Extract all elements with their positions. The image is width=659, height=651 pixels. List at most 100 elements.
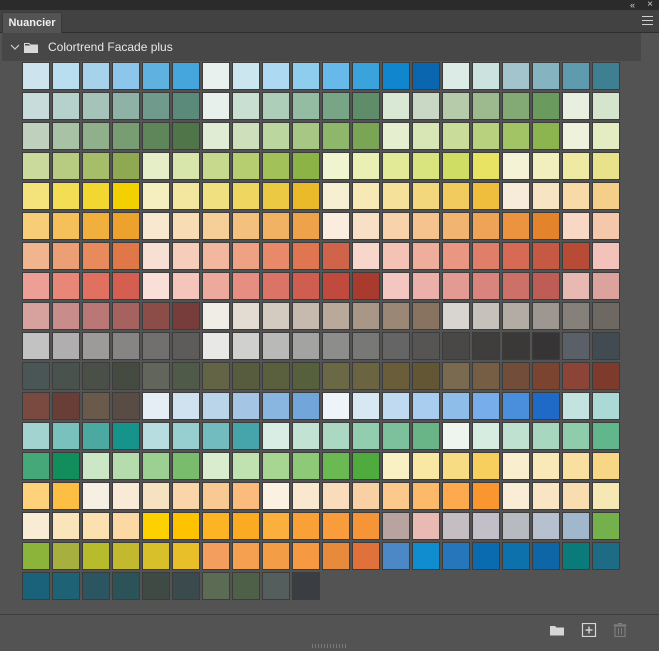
- color-swatch[interactable]: [202, 482, 230, 510]
- color-swatch[interactable]: [412, 242, 440, 270]
- color-swatch[interactable]: [562, 272, 590, 300]
- color-swatch[interactable]: [472, 362, 500, 390]
- color-swatch[interactable]: [472, 182, 500, 210]
- color-swatch[interactable]: [442, 242, 470, 270]
- color-swatch[interactable]: [202, 362, 230, 390]
- color-swatch[interactable]: [442, 332, 470, 360]
- color-swatch[interactable]: [142, 272, 170, 300]
- color-swatch[interactable]: [232, 422, 260, 450]
- color-swatch[interactable]: [292, 332, 320, 360]
- color-swatch[interactable]: [202, 332, 230, 360]
- color-swatch[interactable]: [382, 92, 410, 120]
- color-swatch[interactable]: [382, 212, 410, 240]
- color-swatch[interactable]: [382, 482, 410, 510]
- color-swatch[interactable]: [322, 422, 350, 450]
- color-swatch[interactable]: [532, 182, 560, 210]
- color-swatch[interactable]: [22, 362, 50, 390]
- color-swatch[interactable]: [472, 542, 500, 570]
- color-swatch[interactable]: [292, 182, 320, 210]
- color-swatch[interactable]: [532, 362, 560, 390]
- color-swatch[interactable]: [112, 212, 140, 240]
- color-swatch[interactable]: [322, 152, 350, 180]
- color-swatch[interactable]: [322, 452, 350, 480]
- color-swatch[interactable]: [52, 482, 80, 510]
- color-swatch[interactable]: [532, 242, 560, 270]
- color-swatch[interactable]: [502, 362, 530, 390]
- color-swatch[interactable]: [352, 362, 380, 390]
- color-swatch[interactable]: [202, 272, 230, 300]
- color-swatch[interactable]: [262, 542, 290, 570]
- color-swatch[interactable]: [172, 482, 200, 510]
- color-swatch[interactable]: [592, 302, 620, 330]
- color-swatch[interactable]: [172, 542, 200, 570]
- color-swatch[interactable]: [142, 422, 170, 450]
- color-swatch[interactable]: [562, 212, 590, 240]
- color-swatch[interactable]: [442, 122, 470, 150]
- color-swatch[interactable]: [532, 302, 560, 330]
- color-swatch[interactable]: [562, 332, 590, 360]
- color-swatch[interactable]: [412, 392, 440, 420]
- color-swatch[interactable]: [592, 332, 620, 360]
- color-swatch[interactable]: [112, 542, 140, 570]
- color-swatch[interactable]: [262, 272, 290, 300]
- color-swatch[interactable]: [382, 422, 410, 450]
- color-swatch[interactable]: [82, 362, 110, 390]
- color-swatch[interactable]: [22, 92, 50, 120]
- color-swatch[interactable]: [22, 182, 50, 210]
- color-swatch[interactable]: [52, 302, 80, 330]
- color-swatch[interactable]: [112, 572, 140, 600]
- color-swatch[interactable]: [322, 332, 350, 360]
- color-swatch[interactable]: [232, 152, 260, 180]
- color-swatch[interactable]: [382, 272, 410, 300]
- color-swatch[interactable]: [52, 422, 80, 450]
- color-swatch[interactable]: [412, 542, 440, 570]
- color-swatch[interactable]: [52, 152, 80, 180]
- color-swatch[interactable]: [52, 242, 80, 270]
- color-swatch[interactable]: [472, 332, 500, 360]
- color-swatch[interactable]: [202, 62, 230, 90]
- color-swatch[interactable]: [82, 302, 110, 330]
- color-swatch[interactable]: [502, 122, 530, 150]
- color-swatch[interactable]: [382, 242, 410, 270]
- color-swatch[interactable]: [22, 392, 50, 420]
- color-swatch[interactable]: [202, 122, 230, 150]
- color-swatch[interactable]: [142, 152, 170, 180]
- color-swatch[interactable]: [592, 62, 620, 90]
- color-swatch[interactable]: [412, 332, 440, 360]
- color-swatch[interactable]: [112, 152, 140, 180]
- color-swatch[interactable]: [172, 452, 200, 480]
- color-swatch[interactable]: [232, 182, 260, 210]
- resize-grip[interactable]: [312, 644, 346, 648]
- color-swatch[interactable]: [532, 92, 560, 120]
- color-swatch[interactable]: [262, 122, 290, 150]
- color-swatch[interactable]: [442, 62, 470, 90]
- color-swatch[interactable]: [142, 302, 170, 330]
- color-swatch[interactable]: [382, 62, 410, 90]
- color-swatch[interactable]: [442, 542, 470, 570]
- color-swatch[interactable]: [52, 572, 80, 600]
- color-swatch[interactable]: [52, 122, 80, 150]
- color-swatch[interactable]: [532, 212, 560, 240]
- color-swatch[interactable]: [352, 242, 380, 270]
- color-swatch[interactable]: [22, 152, 50, 180]
- color-swatch[interactable]: [202, 392, 230, 420]
- color-swatch[interactable]: [262, 422, 290, 450]
- color-swatch[interactable]: [322, 482, 350, 510]
- color-swatch[interactable]: [52, 182, 80, 210]
- color-swatch[interactable]: [232, 362, 260, 390]
- color-swatch[interactable]: [262, 332, 290, 360]
- color-swatch[interactable]: [502, 482, 530, 510]
- color-swatch[interactable]: [52, 452, 80, 480]
- color-swatch[interactable]: [202, 422, 230, 450]
- color-swatch[interactable]: [412, 182, 440, 210]
- color-swatch[interactable]: [472, 482, 500, 510]
- color-swatch[interactable]: [352, 332, 380, 360]
- color-swatch[interactable]: [322, 512, 350, 540]
- color-swatch[interactable]: [532, 542, 560, 570]
- color-swatch[interactable]: [352, 62, 380, 90]
- hamburger-menu-icon[interactable]: [642, 16, 653, 25]
- color-swatch[interactable]: [292, 212, 320, 240]
- color-swatch[interactable]: [232, 302, 260, 330]
- color-swatch[interactable]: [502, 542, 530, 570]
- tab-swatches[interactable]: Nuancier: [2, 12, 62, 33]
